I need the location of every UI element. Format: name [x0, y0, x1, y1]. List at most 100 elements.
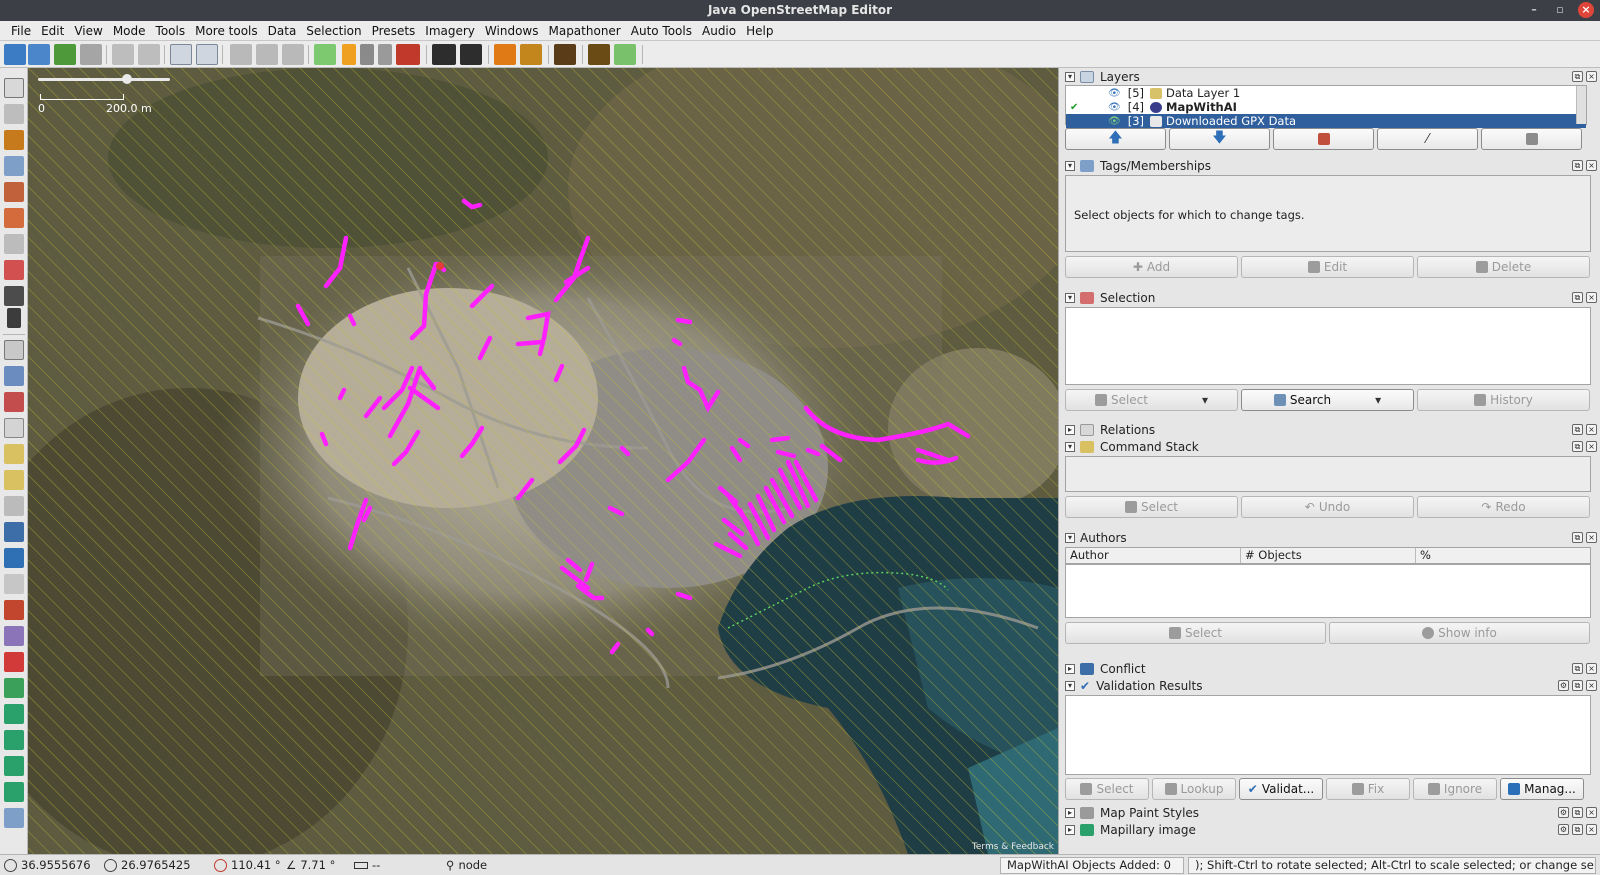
undo-button[interactable]: ↶ Undo: [1241, 496, 1414, 518]
close-dialog-icon[interactable]: ×: [1586, 292, 1597, 303]
parallel-way-icon[interactable]: [4, 234, 24, 254]
selection-list[interactable]: [1065, 307, 1591, 385]
percent-column-header[interactable]: %: [1416, 548, 1590, 563]
toggle-mapillary-icon[interactable]: [4, 626, 24, 646]
close-icon[interactable]: ×: [1578, 2, 1594, 18]
toggle-relations-icon[interactable]: [4, 418, 24, 438]
download-icon[interactable]: [54, 44, 76, 65]
detach-icon[interactable]: ⧉: [1572, 424, 1583, 435]
expand-icon[interactable]: ▸: [1065, 424, 1075, 435]
layer-row[interactable]: ✔ 👁 [4] MapWithAI: [1066, 100, 1586, 114]
menu-audio[interactable]: Audio: [697, 21, 741, 41]
select-button[interactable]: Select ▾: [1065, 389, 1238, 411]
validation-header[interactable]: ▾ ✔ Validation Results ⚙ ⧉ ×: [1059, 677, 1600, 694]
toggle-filter-funnel-icon[interactable]: [4, 782, 24, 802]
command-list[interactable]: [1065, 456, 1591, 492]
undo-icon[interactable]: [112, 44, 134, 65]
validation-select-button[interactable]: Select: [1065, 778, 1149, 800]
toggle-history-icon[interactable]: [4, 730, 24, 750]
settings-icon[interactable]: ⚙: [1558, 824, 1569, 835]
upload-icon[interactable]: [80, 44, 102, 65]
zoom-slider-track[interactable]: [38, 78, 170, 81]
save-icon[interactable]: [28, 44, 50, 65]
show-info-button[interactable]: Show info: [1329, 622, 1590, 644]
opacity-button[interactable]: ⁄: [1377, 128, 1478, 150]
toggle-command-stack-icon[interactable]: [4, 444, 24, 464]
delete-layer-button[interactable]: [1481, 128, 1582, 150]
lasso-icon[interactable]: [4, 104, 24, 124]
add-tag-button[interactable]: ✚ Add: [1065, 256, 1238, 278]
close-dialog-icon[interactable]: ×: [1586, 807, 1597, 818]
layer-list[interactable]: 👁 [5] Data Layer 1 ✔ 👁 [4] MapWithAI 👁 [3…: [1065, 85, 1587, 128]
draw-mode-icon[interactable]: [4, 130, 24, 150]
lookup-button[interactable]: Lookup: [1152, 778, 1236, 800]
delete-tag-button[interactable]: Delete: [1417, 256, 1590, 278]
collapse-icon[interactable]: ▾: [1065, 292, 1075, 303]
visibility-eye-icon[interactable]: 👁: [1108, 102, 1122, 113]
visibility-eye-icon[interactable]: 👁: [1108, 116, 1122, 127]
map-paint-styles-header[interactable]: ▸ Map Paint Styles ⚙ ⧉ ×: [1059, 804, 1600, 821]
collapse-icon[interactable]: ▾: [1065, 680, 1075, 691]
menu-more-tools[interactable]: More tools: [190, 21, 263, 41]
menu-windows[interactable]: Windows: [480, 21, 544, 41]
close-dialog-icon[interactable]: ×: [1586, 680, 1597, 691]
toggle-conflict-icon[interactable]: [4, 522, 24, 542]
chevron-down-icon[interactable]: ▾: [1375, 393, 1381, 407]
extrude-icon[interactable]: [4, 260, 24, 280]
chevron-down-icon[interactable]: ▾: [1202, 393, 1208, 407]
history-button[interactable]: History: [1417, 389, 1590, 411]
menu-edit[interactable]: Edit: [36, 21, 69, 41]
maximize-icon[interactable]: ▫: [1552, 2, 1568, 18]
traffic-light-icon[interactable]: [342, 44, 356, 65]
edit-tag-button[interactable]: Edit: [1241, 256, 1414, 278]
validate-button[interactable]: ✔ Validat...: [1239, 778, 1323, 800]
minimize-icon[interactable]: –: [1526, 2, 1542, 18]
validation-results-list[interactable]: [1065, 695, 1591, 775]
restaurant-icon[interactable]: [520, 44, 542, 65]
zoom-slider[interactable]: 0 200.0 m: [36, 74, 186, 115]
toggle-selection-icon[interactable]: [4, 392, 24, 412]
refresh-icon[interactable]: [614, 44, 636, 65]
redo-button[interactable]: ↷ Redo: [1417, 496, 1590, 518]
castle-icon[interactable]: [554, 44, 576, 65]
street-lamp-icon[interactable]: [378, 44, 392, 65]
delete-mode-icon[interactable]: [4, 182, 24, 202]
combine-way-icon[interactable]: [256, 44, 278, 65]
preferences-icon[interactable]: [170, 44, 192, 65]
authors-table-body[interactable]: [1065, 564, 1591, 618]
menu-presets[interactable]: Presets: [367, 21, 421, 41]
terms-link[interactable]: Terms & Feedback: [972, 842, 1054, 852]
menu-selection[interactable]: Selection: [301, 21, 366, 41]
command-select-button[interactable]: Select: [1065, 496, 1238, 518]
close-dialog-icon[interactable]: ×: [1586, 663, 1597, 674]
pedestrian-crossing-icon[interactable]: [360, 44, 374, 65]
authors-header[interactable]: ▾ Authors ⧉ ×: [1059, 529, 1600, 546]
layer-list-scrollbar[interactable]: [1576, 86, 1586, 124]
selection-header[interactable]: ▾ Selection ⧉ ×: [1059, 289, 1600, 306]
toggle-imagery-icon[interactable]: [4, 678, 24, 698]
reverse-way-icon[interactable]: [282, 44, 304, 65]
collapse-icon[interactable]: ▾: [1065, 532, 1075, 543]
fix-button[interactable]: Fix: [1326, 778, 1410, 800]
toggle-marker-icon[interactable]: [4, 652, 24, 672]
close-dialog-icon[interactable]: ×: [1586, 160, 1597, 171]
toggle-paint-styles-icon[interactable]: [4, 574, 24, 594]
toggle-tags-icon[interactable]: [4, 366, 24, 386]
close-dialog-icon[interactable]: ×: [1586, 424, 1597, 435]
command-stack-header[interactable]: ▾ Command Stack ⧉ ×: [1059, 438, 1600, 455]
expand-icon[interactable]: ▸: [1065, 807, 1075, 818]
expand-icon[interactable]: ▸: [1065, 824, 1075, 835]
detach-icon[interactable]: ⧉: [1572, 292, 1583, 303]
expand-icon[interactable]: ▸: [1065, 663, 1075, 674]
building-tool-icon[interactable]: [4, 286, 24, 306]
collapse-icon[interactable]: ▾: [1065, 160, 1075, 171]
authors-select-button[interactable]: Select: [1065, 622, 1326, 644]
toggle-upload-icon[interactable]: [4, 756, 24, 776]
layer-row[interactable]: 👁 [5] Data Layer 1: [1066, 86, 1586, 100]
toggle-validation-icon[interactable]: [4, 548, 24, 568]
menu-mapathoner[interactable]: Mapathoner: [543, 21, 625, 41]
detach-icon[interactable]: ⧉: [1572, 663, 1583, 674]
collapse-icon[interactable]: ▾: [1065, 71, 1075, 82]
author-column-header[interactable]: Author: [1066, 548, 1241, 563]
collapse-icon[interactable]: ▾: [1065, 441, 1075, 452]
